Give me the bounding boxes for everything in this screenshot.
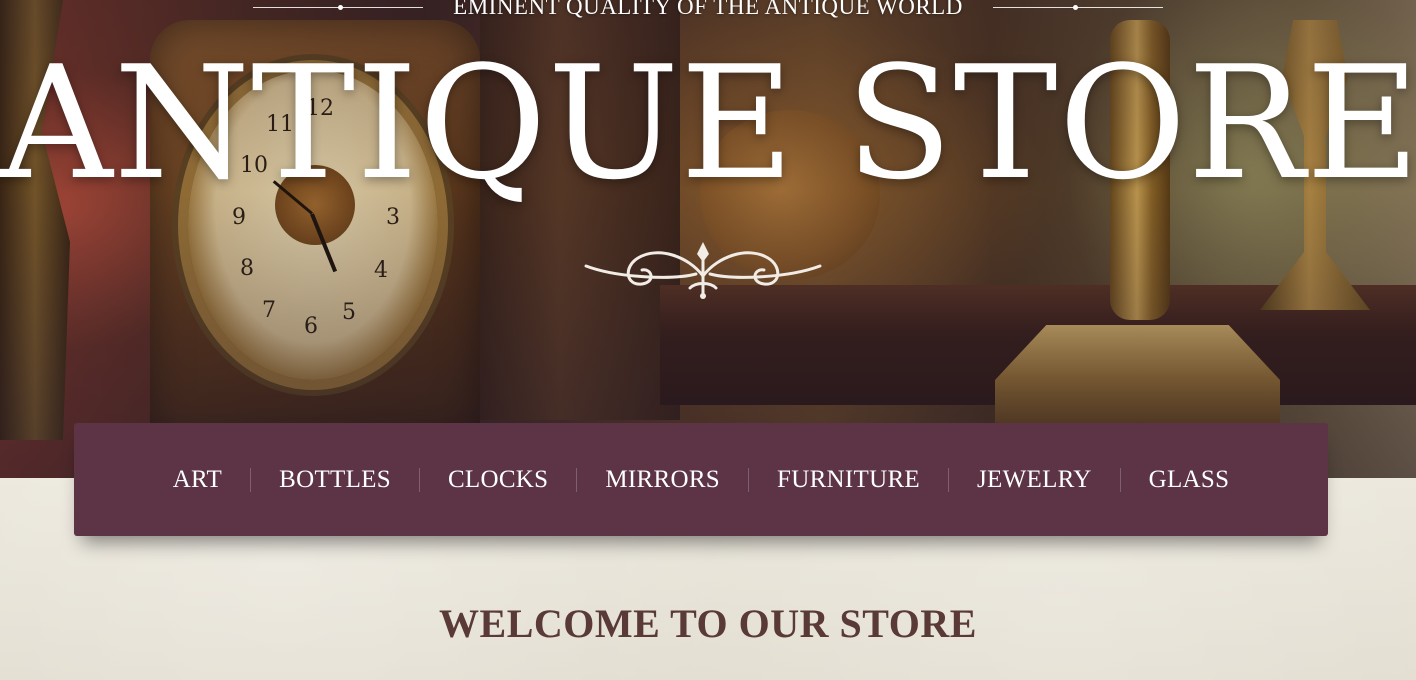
site-title: ANTIQUE STORE: [0, 32, 1416, 214]
hero-banner: 12 2 3 4 5 6 7 8 9 10 11 EMINENT QUALITY…: [0, 0, 1416, 478]
tagline-rule-right: [992, 4, 1163, 10]
welcome-heading: WELCOME TO OUR STORE: [439, 601, 977, 646]
nav-item-jewelry[interactable]: JEWELRY: [949, 466, 1120, 494]
tagline: EMINENT QUALITY OF THE ANTIQUE WORLD: [453, 0, 963, 19]
nav-item-bottles[interactable]: BOTTLES: [251, 466, 419, 494]
nav-item-mirrors[interactable]: MIRRORS: [577, 466, 748, 494]
ornament-flourish-icon: [584, 242, 822, 299]
nav-list: ART BOTTLES CLOCKS MIRRORS FURNITURE JEW…: [145, 466, 1258, 494]
nav-item-glass[interactable]: GLASS: [1121, 466, 1258, 494]
nav-item-furniture[interactable]: FURNITURE: [749, 466, 948, 494]
tagline-rule-left: [253, 4, 424, 10]
nav-item-clocks[interactable]: CLOCKS: [420, 466, 576, 494]
tagline-row: EMINENT QUALITY OF THE ANTIQUE WORLD: [0, 0, 1416, 22]
nav-item-art[interactable]: ART: [145, 466, 250, 494]
main-nav: ART BOTTLES CLOCKS MIRRORS FURNITURE JEW…: [74, 423, 1328, 536]
